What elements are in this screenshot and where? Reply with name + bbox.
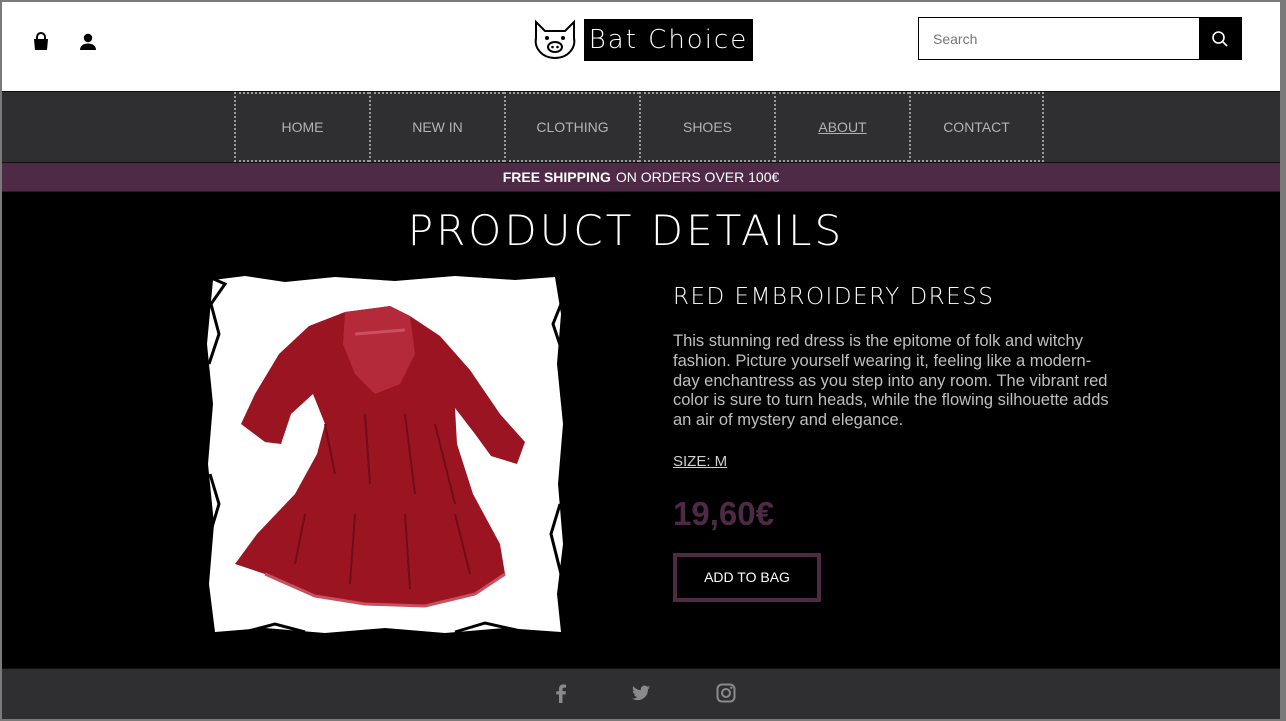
banner-text: ON ORDERS OVER 100€ [615,169,780,185]
product-section: PRODUCT DETAILS RED EMBROIDERY DRESS Thi… [2,192,1280,668]
nav-item-clothing[interactable]: CLOTHING [504,92,639,162]
product-details: RED EMBROIDERY DRESS This stunning red d… [673,284,1123,602]
instagram-icon[interactable] [715,682,737,704]
nav-item-new-in[interactable]: NEW IN [369,92,504,162]
shipping-banner: FREE SHIPPING ON ORDERS OVER 100€ [2,163,1280,192]
pig-logo-icon [534,19,576,60]
facebook-icon[interactable] [550,682,572,704]
product-image [205,274,567,636]
product-name: RED EMBROIDERY DRESS [673,284,995,310]
main-nav: HOME NEW IN CLOTHING SHOES ABOUT CONTACT [2,91,1280,163]
site-footer [2,668,1280,719]
nav-list: HOME NEW IN CLOTHING SHOES ABOUT CONTACT [234,92,1044,162]
shopping-bag-icon[interactable] [31,32,51,52]
banner-bold-text: FREE SHIPPING [502,169,611,185]
site-header: Bat Choice [2,2,1280,91]
nav-item-shoes[interactable]: SHOES [639,92,774,162]
brand-name: Bat Choice [584,19,753,61]
brand-logo[interactable]: Bat Choice [530,18,753,62]
nav-item-home[interactable]: HOME [234,92,369,162]
page-title: PRODUCT DETAILS [407,206,845,255]
nav-item-about[interactable]: ABOUT [774,92,909,162]
product-price: 19,60€ [673,494,774,532]
nav-item-contact[interactable]: CONTACT [909,92,1044,162]
search-box [918,17,1242,60]
search-button[interactable] [1199,18,1241,59]
user-icon[interactable] [78,32,98,52]
product-size[interactable]: SIZE: M [673,453,727,470]
add-to-bag-button[interactable]: ADD TO BAG [673,552,821,602]
product-description: This stunning red dress is the epitome o… [673,332,1109,430]
search-input[interactable] [919,18,1199,59]
search-icon [1212,30,1228,47]
twitter-icon[interactable] [630,682,652,704]
